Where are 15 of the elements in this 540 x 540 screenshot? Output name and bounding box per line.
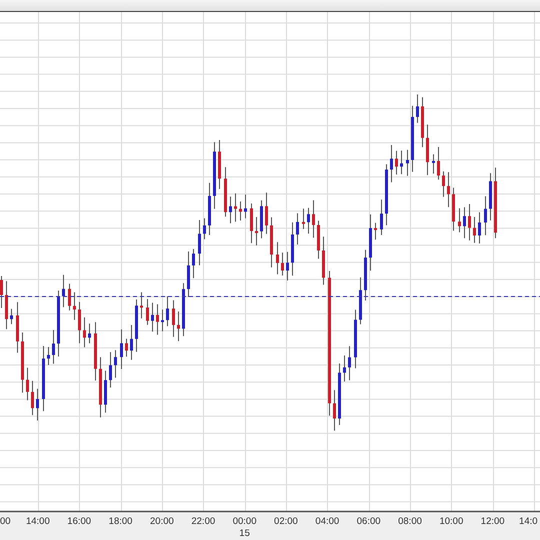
axis-label: 00 (0, 516, 11, 527)
axis-label: 04:00 (315, 516, 340, 527)
axis-label: 00:00 (232, 516, 256, 527)
axis-label: 02:00 (274, 516, 298, 527)
axis-label: 14:00 (26, 516, 50, 527)
axis-label: 20:00 (150, 516, 174, 527)
axis-label: 08:00 (398, 516, 422, 527)
axis-label: 16:00 (67, 516, 92, 527)
axis-label: 18:00 (108, 516, 132, 527)
axis-label: 10:00 (439, 516, 464, 527)
axis-label: 12:00 (480, 516, 505, 527)
axis-label: 22:00 (191, 516, 216, 527)
axis-label: 14:0 (519, 516, 538, 527)
axis-label: 06:00 (356, 516, 381, 527)
date-label: 15 (239, 528, 250, 539)
